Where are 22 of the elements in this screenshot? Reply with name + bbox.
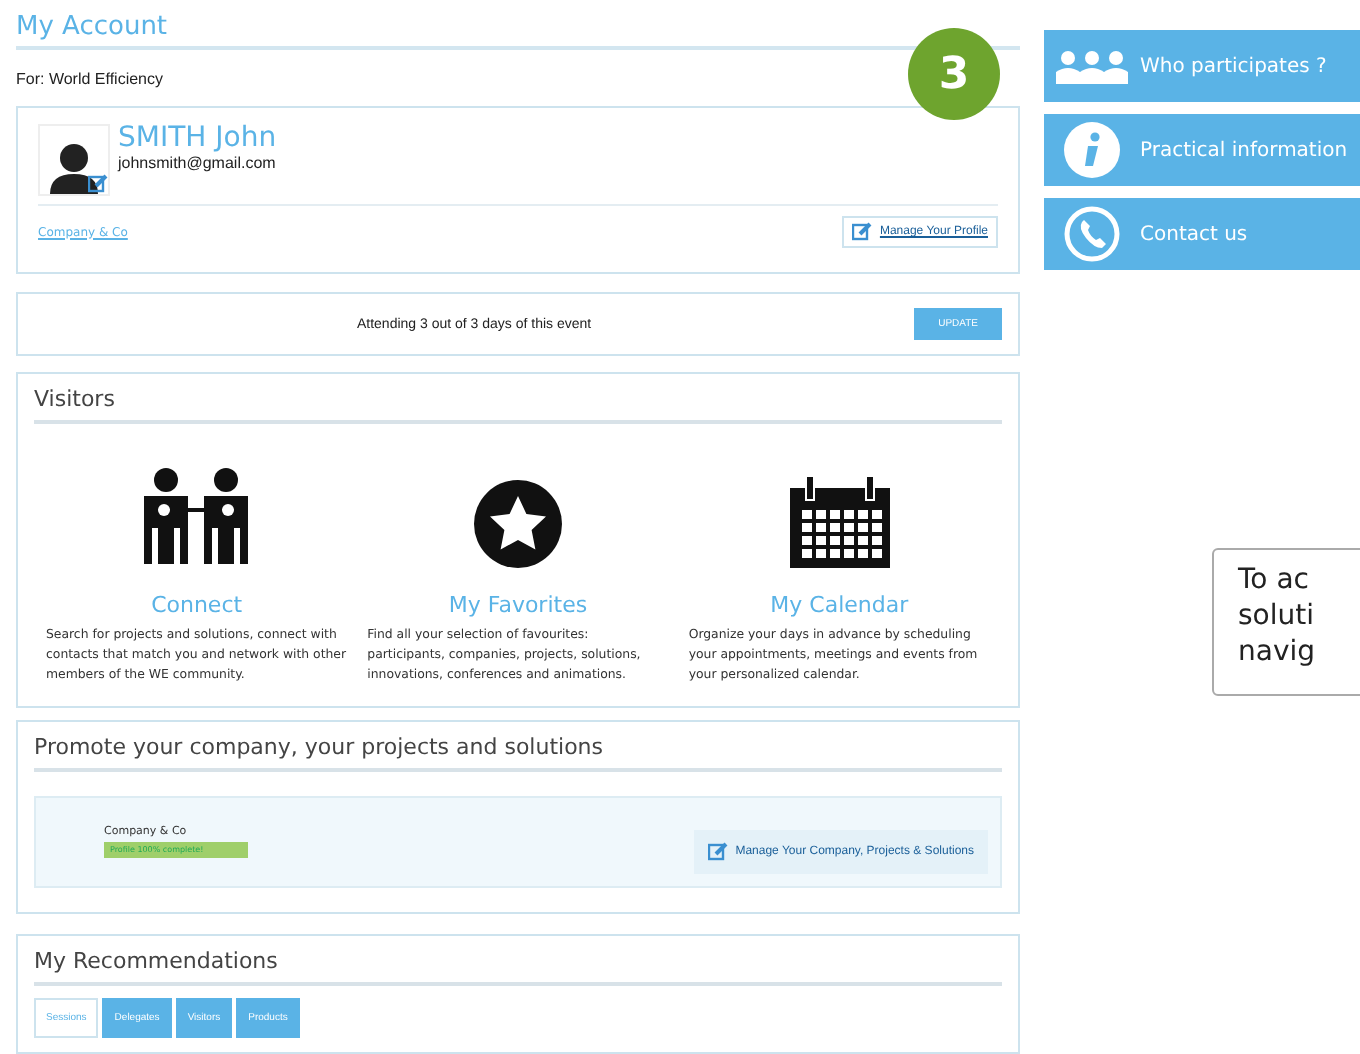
profile-email: johnsmith@gmail.com: [118, 154, 277, 172]
edit-icon: [88, 174, 108, 194]
sidebar-link[interactable]: Practical information: [1044, 114, 1360, 186]
feature-title[interactable]: My Calendar: [688, 592, 990, 618]
section-title: Promote your company, your projects and solutions: [34, 734, 1002, 772]
people-icon: [1056, 48, 1128, 84]
section-title: Visitors: [34, 386, 1002, 424]
edit-icon: [851, 222, 872, 242]
tooltip: To ac soluti navig: [1212, 548, 1360, 696]
feature-title[interactable]: My Favorites: [367, 592, 669, 618]
phone-icon: [1064, 206, 1120, 262]
info-icon: [1064, 122, 1120, 178]
sidebar-link[interactable]: Who participates ?: [1044, 30, 1360, 102]
calendar-icon: [787, 476, 892, 568]
person-icon: [50, 142, 98, 194]
step-badge: 3: [908, 28, 1000, 120]
event-name: For: World Efficiency: [16, 70, 164, 88]
sidebar-link[interactable]: Contact us: [1044, 198, 1360, 270]
edit-icon: [707, 842, 728, 862]
section-title: My Recommendations: [34, 948, 1002, 986]
feature-title[interactable]: Connect: [46, 592, 348, 618]
profile-name: SMITH John: [118, 124, 277, 154]
